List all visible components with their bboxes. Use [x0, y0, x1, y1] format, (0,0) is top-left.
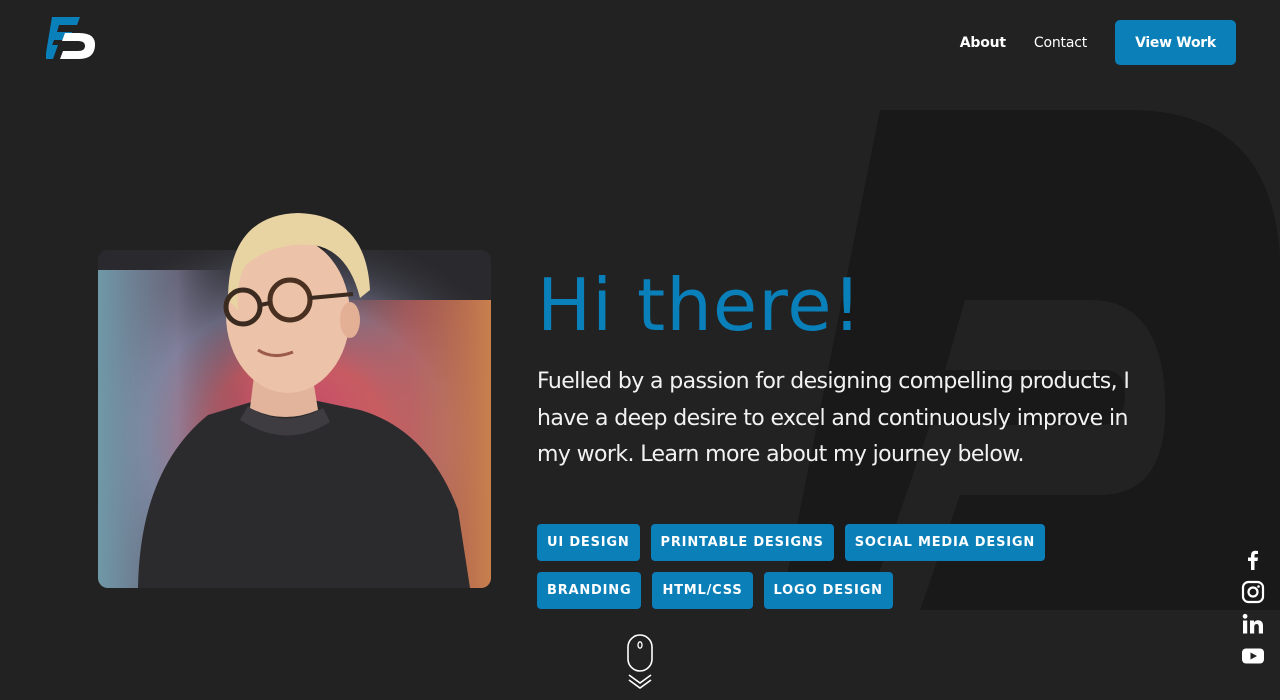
facebook-icon[interactable]	[1241, 548, 1265, 572]
skill-tags-row-1: UI DESIGN PRINTABLE DESIGNS SOCIAL MEDIA…	[537, 524, 1057, 561]
instagram-icon[interactable]	[1241, 580, 1265, 604]
skill-tags-row-2: BRANDING HTML/CSS LOGO DESIGN	[537, 572, 1057, 609]
mouse-scroll-icon[interactable]	[626, 634, 654, 690]
view-work-button[interactable]: View Work	[1115, 20, 1236, 65]
hero-title: Hi there!	[537, 263, 863, 347]
skill-tag: BRANDING	[537, 572, 642, 609]
skill-tag: PRINTABLE DESIGNS	[650, 524, 834, 561]
skill-tag: UI DESIGN	[537, 524, 640, 561]
profile-photo	[98, 210, 491, 588]
nav-contact-link[interactable]: Contact	[1034, 35, 1087, 51]
skill-tag: LOGO DESIGN	[763, 572, 893, 609]
skill-tag: HTML/CSS	[652, 572, 753, 609]
main-nav: About Contact View Work	[960, 20, 1236, 65]
youtube-icon[interactable]	[1241, 644, 1265, 668]
nav-about-link[interactable]: About	[960, 35, 1006, 51]
fp-logo[interactable]	[46, 17, 96, 59]
hero-section: Hi there! Fuelled by a passion for desig…	[537, 262, 1147, 474]
skill-tag: SOCIAL MEDIA DESIGN	[844, 524, 1046, 561]
skill-tags: UI DESIGN PRINTABLE DESIGNS SOCIAL MEDIA…	[537, 524, 1057, 620]
linkedin-icon[interactable]	[1241, 612, 1265, 636]
hero-description: Fuelled by a passion for designing compe…	[537, 369, 1130, 467]
social-links	[1240, 548, 1266, 676]
